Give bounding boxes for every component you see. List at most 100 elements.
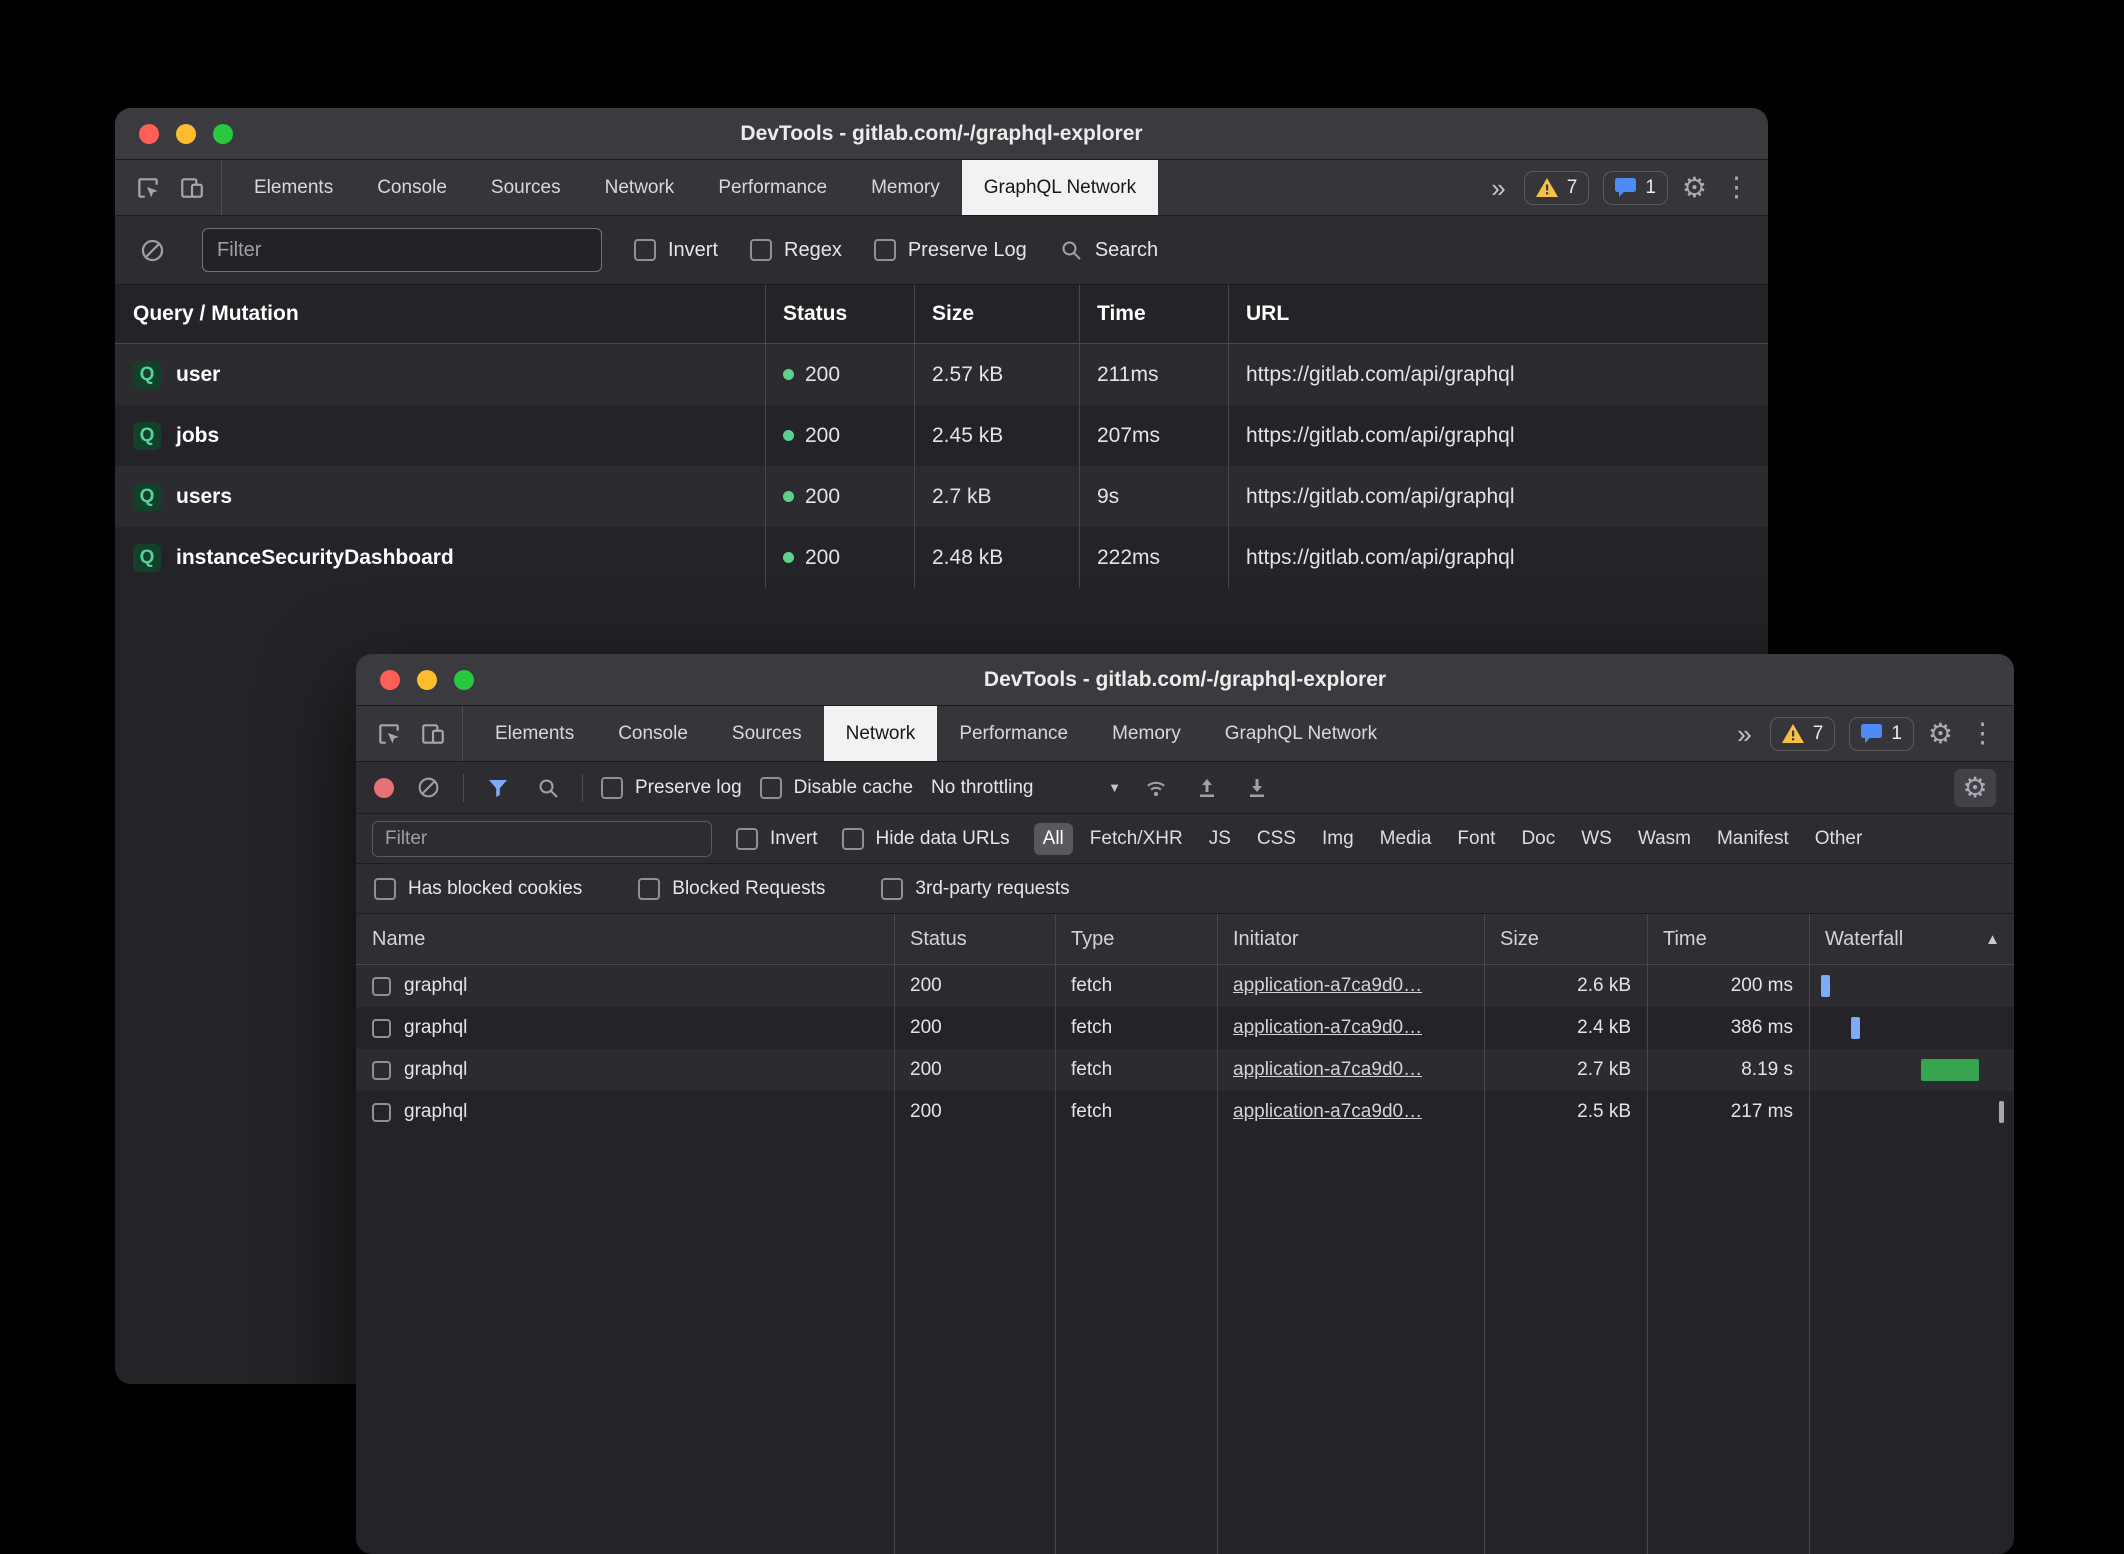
tab-graphql-network[interactable]: GraphQL Network [962, 160, 1158, 215]
col-header-size[interactable]: Size [1484, 928, 1647, 951]
row-checkbox[interactable] [372, 977, 391, 996]
checkbox-box[interactable] [874, 239, 896, 261]
tab-console[interactable]: Console [596, 706, 710, 761]
row-checkbox[interactable] [372, 1103, 391, 1122]
filter-type-manifest[interactable]: Manifest [1708, 823, 1798, 855]
table-row[interactable]: graphql 200 fetch application-a7ca9d0… 2… [356, 965, 2014, 1007]
initiator-link[interactable]: application-a7ca9d0… [1233, 1101, 1422, 1123]
col-header-url[interactable]: URL [1228, 302, 1768, 326]
tab-console[interactable]: Console [355, 160, 469, 215]
checkbox-box[interactable] [842, 828, 864, 850]
export-har-icon[interactable] [1241, 772, 1273, 804]
import-har-icon[interactable] [1191, 772, 1223, 804]
col-header-query-mutation[interactable]: Query / Mutation [115, 302, 765, 326]
checkbox-box[interactable] [760, 777, 782, 799]
tab-memory[interactable]: Memory [1090, 706, 1203, 761]
checkbox-box[interactable] [881, 878, 903, 900]
filter-type-fetch-xhr[interactable]: Fetch/XHR [1081, 823, 1192, 855]
filter-type-all[interactable]: All [1034, 823, 1073, 855]
minimize-window-button[interactable] [417, 670, 437, 690]
tab-graphql-network[interactable]: GraphQL Network [1203, 706, 1399, 761]
tab-network[interactable]: Network [824, 706, 938, 761]
filter-input[interactable] [202, 228, 602, 272]
issues-badge[interactable]: 1 [1849, 717, 1914, 751]
tab-sources[interactable]: Sources [710, 706, 824, 761]
tab-performance[interactable]: Performance [696, 160, 849, 215]
record-icon[interactable] [374, 778, 394, 798]
col-header-initiator[interactable]: Initiator [1217, 928, 1484, 951]
minimize-window-button[interactable] [176, 124, 196, 144]
device-toolbar-icon[interactable] [416, 717, 450, 751]
table-row[interactable]: graphql 200 fetch application-a7ca9d0… 2… [356, 1091, 2014, 1133]
table-row[interactable]: Q users 200 2.7 kB 9s https://gitlab.com… [115, 466, 1768, 527]
table-row[interactable]: Q user 200 2.57 kB 211ms https://gitlab.… [115, 344, 1768, 405]
more-tabs-icon[interactable]: » [1733, 721, 1755, 747]
table-row[interactable]: Q instanceSecurityDashboard 200 2.48 kB … [115, 527, 1768, 588]
table-row[interactable]: Q jobs 200 2.45 kB 207ms https://gitlab.… [115, 405, 1768, 466]
kebab-menu-icon[interactable]: ⋮ [1721, 174, 1752, 201]
filter-funnel-icon[interactable] [482, 772, 514, 804]
close-window-button[interactable] [139, 124, 159, 144]
col-header-type[interactable]: Type [1055, 928, 1217, 951]
checkbox-box[interactable] [374, 878, 396, 900]
filter-type-ws[interactable]: WS [1572, 823, 1621, 855]
search-icon[interactable] [532, 772, 564, 804]
tab-elements[interactable]: Elements [473, 706, 596, 761]
filter-type-js[interactable]: JS [1200, 823, 1240, 855]
col-header-name[interactable]: Name [356, 928, 894, 951]
col-header-status[interactable]: Status [894, 928, 1055, 951]
search-control[interactable]: Search [1059, 238, 1158, 262]
col-header-status[interactable]: Status [765, 302, 914, 326]
filter-input[interactable] [372, 821, 712, 857]
throttling-dropdown[interactable]: No throttling ▼ [931, 777, 1121, 799]
tab-elements[interactable]: Elements [232, 160, 355, 215]
tab-performance[interactable]: Performance [937, 706, 1090, 761]
network-conditions-icon[interactable] [1139, 771, 1173, 805]
warnings-badge[interactable]: 7 [1524, 171, 1590, 205]
checkbox-box[interactable] [750, 239, 772, 261]
filter-type-media[interactable]: Media [1371, 823, 1441, 855]
inspect-element-icon[interactable] [131, 171, 165, 205]
clear-icon[interactable] [412, 771, 445, 804]
filter-type-font[interactable]: Font [1448, 823, 1504, 855]
more-tabs-icon[interactable]: » [1487, 175, 1509, 201]
settings-gear-icon[interactable]: ⚙ [1928, 720, 1953, 748]
zoom-window-button[interactable] [213, 124, 233, 144]
filter-type-css[interactable]: CSS [1248, 823, 1305, 855]
blocked-requests-checkbox[interactable]: Blocked Requests [638, 878, 825, 900]
hide-data-urls-checkbox[interactable]: Hide data URLs [842, 828, 1010, 850]
invert-checkbox[interactable]: Invert [634, 239, 718, 262]
has-blocked-cookies-checkbox[interactable]: Has blocked cookies [374, 878, 582, 900]
initiator-link[interactable]: application-a7ca9d0… [1233, 1017, 1422, 1039]
preserve-log-checkbox[interactable]: Preserve Log [874, 239, 1027, 262]
invert-checkbox[interactable]: Invert [736, 828, 818, 850]
filter-type-wasm[interactable]: Wasm [1629, 823, 1700, 855]
col-header-size[interactable]: Size [914, 302, 1079, 326]
tab-network[interactable]: Network [583, 160, 697, 215]
close-window-button[interactable] [380, 670, 400, 690]
initiator-link[interactable]: application-a7ca9d0… [1233, 975, 1422, 997]
col-header-waterfall[interactable]: Waterfall ▲ [1809, 928, 2014, 951]
filter-type-other[interactable]: Other [1806, 823, 1872, 855]
filter-type-doc[interactable]: Doc [1512, 823, 1564, 855]
col-header-time[interactable]: Time [1079, 302, 1228, 326]
checkbox-box[interactable] [736, 828, 758, 850]
checkbox-box[interactable] [638, 878, 660, 900]
checkbox-box[interactable] [601, 777, 623, 799]
network-settings-gear-chip[interactable]: ⚙ [1954, 769, 1996, 807]
kebab-menu-icon[interactable]: ⋮ [1967, 720, 1998, 747]
table-row[interactable]: graphql 200 fetch application-a7ca9d0… 2… [356, 1049, 2014, 1091]
issues-badge[interactable]: 1 [1603, 171, 1668, 205]
device-toolbar-icon[interactable] [175, 171, 209, 205]
tab-memory[interactable]: Memory [849, 160, 962, 215]
table-row[interactable]: graphql 200 fetch application-a7ca9d0… 2… [356, 1007, 2014, 1049]
clear-icon[interactable] [135, 233, 170, 268]
tab-sources[interactable]: Sources [469, 160, 583, 215]
zoom-window-button[interactable] [454, 670, 474, 690]
initiator-link[interactable]: application-a7ca9d0… [1233, 1059, 1422, 1081]
warnings-badge[interactable]: 7 [1770, 717, 1836, 751]
settings-gear-icon[interactable]: ⚙ [1682, 174, 1707, 202]
regex-checkbox[interactable]: Regex [750, 239, 842, 262]
filter-type-img[interactable]: Img [1313, 823, 1363, 855]
disable-cache-checkbox[interactable]: Disable cache [760, 777, 913, 799]
